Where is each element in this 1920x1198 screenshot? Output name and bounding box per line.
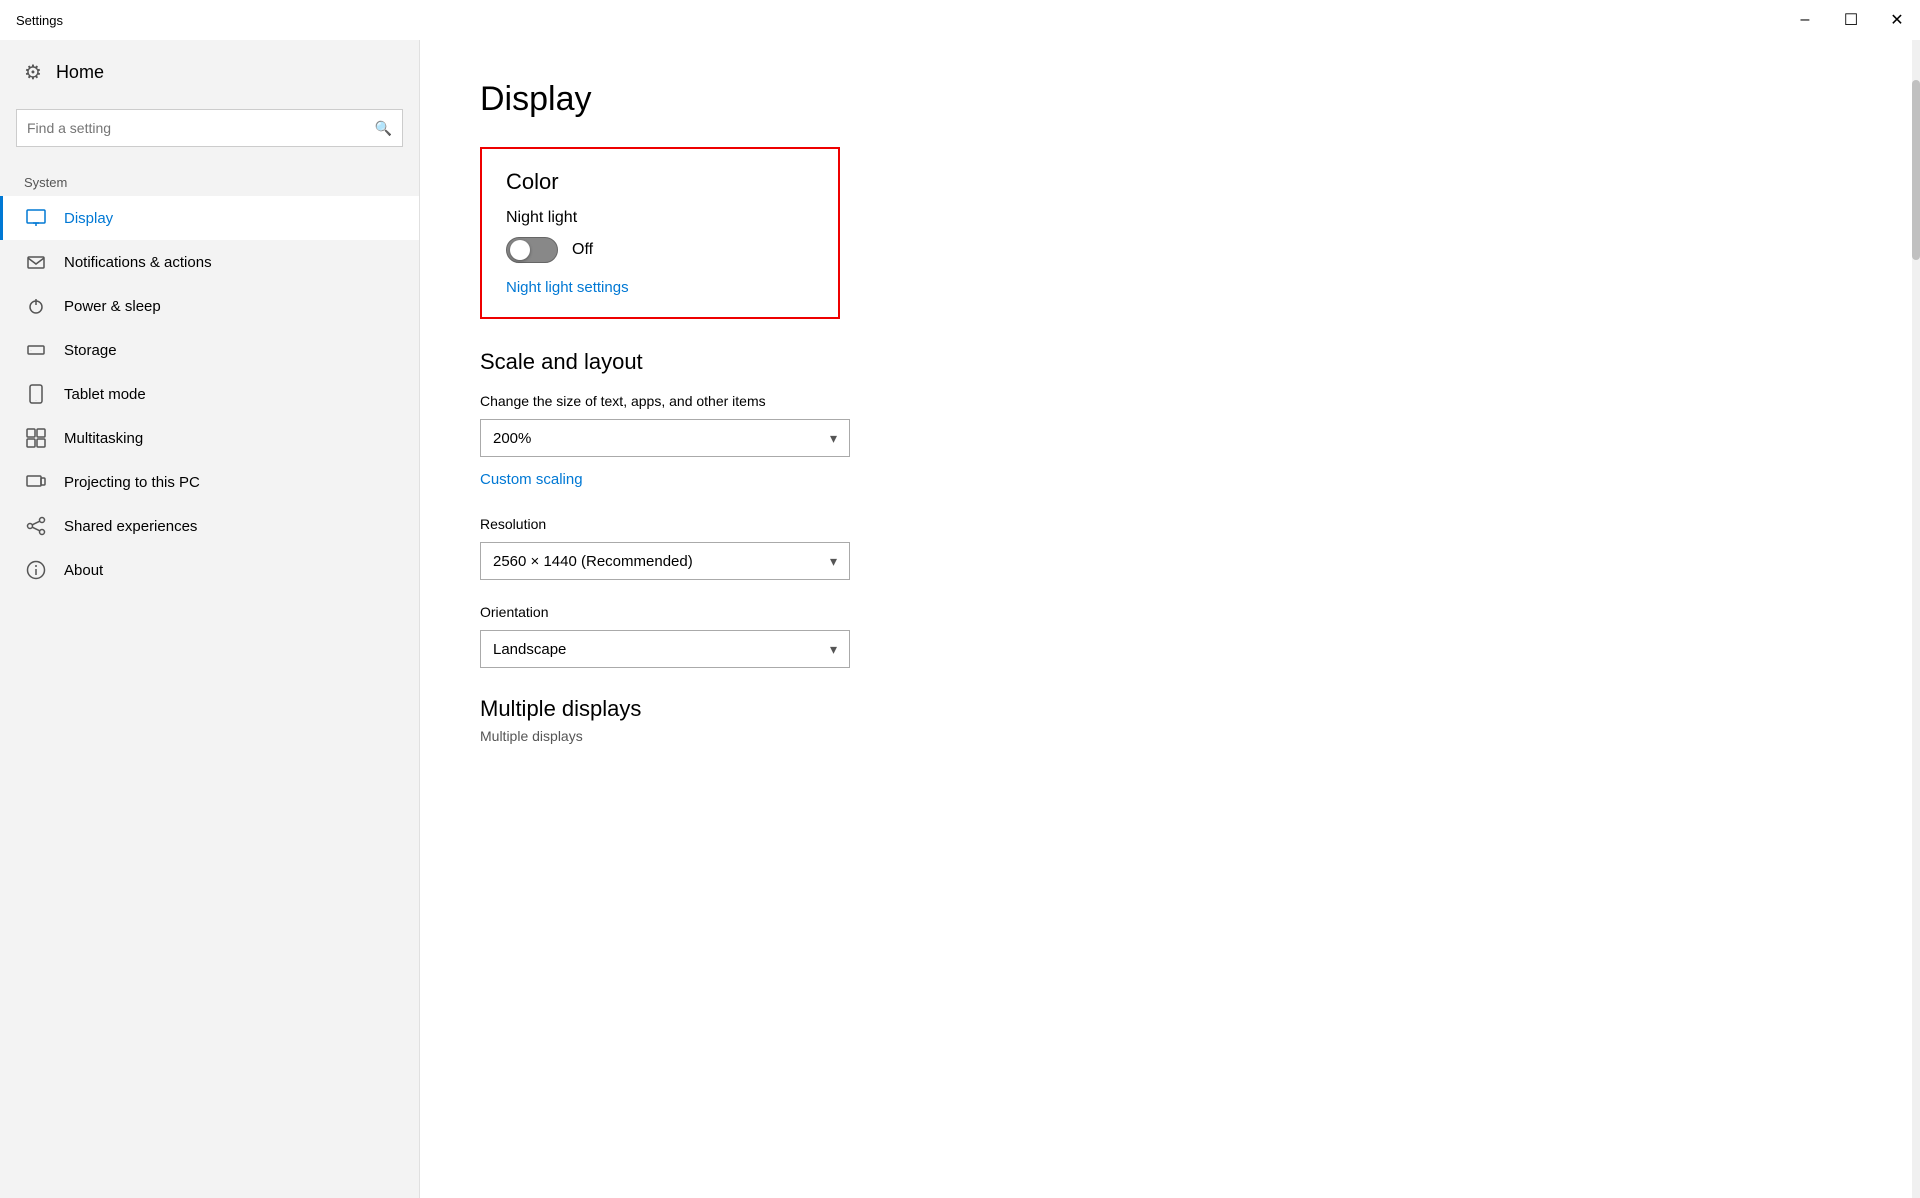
resolution-dropdown[interactable]: 2560 × 1440 (Recommended) ▾ — [480, 542, 850, 580]
sidebar-item-label-display: Display — [64, 210, 113, 227]
scale-layout-section: Change the size of text, apps, and other… — [480, 393, 1860, 668]
resolution-dropdown-arrow: ▾ — [830, 553, 837, 570]
projecting-icon — [24, 472, 48, 492]
sidebar-item-about[interactable]: About — [0, 548, 419, 592]
sidebar-nav: Display Notifications & actions — [0, 196, 419, 592]
window-title: Settings — [16, 13, 63, 28]
power-icon — [24, 296, 48, 316]
sidebar-item-storage[interactable]: Storage — [0, 328, 419, 372]
search-box: 🔍 — [16, 109, 403, 147]
sidebar-item-label-notifications: Notifications & actions — [64, 254, 212, 271]
search-input[interactable] — [27, 120, 375, 136]
home-icon: ⚙ — [24, 60, 42, 85]
orientation-dropdown[interactable]: Landscape ▾ — [480, 630, 850, 668]
orientation-dropdown-arrow: ▾ — [830, 641, 837, 658]
multiple-displays-heading: Multiple displays — [480, 696, 1860, 722]
titlebar: Settings – ☐ ✕ — [0, 0, 1920, 40]
maximize-button[interactable]: ☐ — [1828, 0, 1874, 40]
about-icon — [24, 560, 48, 580]
night-light-settings-link[interactable]: Night light settings — [506, 279, 629, 296]
sidebar-item-label-power: Power & sleep — [64, 298, 161, 315]
sidebar-item-tablet[interactable]: Tablet mode — [0, 372, 419, 416]
custom-scaling-link[interactable]: Custom scaling — [480, 471, 1860, 488]
color-heading: Color — [506, 169, 814, 195]
multiple-displays-sub: Multiple displays — [480, 728, 1860, 744]
sidebar-item-label-storage: Storage — [64, 342, 117, 359]
scale-dropdown-arrow: ▾ — [830, 430, 837, 447]
sidebar-item-label-about: About — [64, 562, 103, 579]
sidebar-item-multitasking[interactable]: Multitasking — [0, 416, 419, 460]
page-title: Display — [480, 80, 1860, 119]
orientation-label: Orientation — [480, 604, 1860, 620]
sidebar-item-display[interactable]: Display — [0, 196, 419, 240]
home-label: Home — [56, 62, 104, 83]
notifications-icon — [24, 252, 48, 272]
app-container: ⚙ Home 🔍 System Display — [0, 40, 1920, 1198]
sidebar: ⚙ Home 🔍 System Display — [0, 40, 420, 1198]
shared-icon — [24, 516, 48, 536]
storage-icon — [24, 340, 48, 360]
toggle-state-label: Off — [572, 241, 593, 259]
resolution-label: Resolution — [480, 516, 1860, 532]
change-size-label: Change the size of text, apps, and other… — [480, 393, 1860, 409]
toggle-knob — [510, 240, 530, 260]
window-controls: – ☐ ✕ — [1782, 0, 1920, 40]
sidebar-item-label-shared: Shared experiences — [64, 518, 197, 535]
sidebar-item-label-multitasking: Multitasking — [64, 430, 143, 447]
main-content: Display Color Night light Off Night ligh… — [420, 40, 1920, 1198]
sidebar-item-power[interactable]: Power & sleep — [0, 284, 419, 328]
home-nav-item[interactable]: ⚙ Home — [0, 40, 419, 105]
sidebar-item-label-tablet: Tablet mode — [64, 386, 146, 403]
night-light-label: Night light — [506, 209, 814, 227]
scrollbar-track[interactable] — [1912, 40, 1920, 1198]
display-icon — [24, 208, 48, 228]
night-light-toggle[interactable] — [506, 237, 558, 263]
sidebar-item-projecting[interactable]: Projecting to this PC — [0, 460, 419, 504]
night-light-toggle-row: Off — [506, 237, 814, 263]
scale-layout-heading: Scale and layout — [480, 349, 1860, 375]
tablet-icon — [24, 384, 48, 404]
sidebar-item-shared[interactable]: Shared experiences — [0, 504, 419, 548]
scale-dropdown-value: 200% — [493, 430, 531, 447]
scrollbar-thumb[interactable] — [1912, 80, 1920, 260]
resolution-dropdown-value: 2560 × 1440 (Recommended) — [493, 553, 693, 570]
sidebar-item-notifications[interactable]: Notifications & actions — [0, 240, 419, 284]
multitasking-icon — [24, 428, 48, 448]
orientation-dropdown-value: Landscape — [493, 641, 566, 658]
sidebar-item-label-projecting: Projecting to this PC — [64, 474, 200, 491]
sidebar-section-label: System — [0, 167, 419, 196]
minimize-button[interactable]: – — [1782, 0, 1828, 40]
close-button[interactable]: ✕ — [1874, 0, 1920, 40]
search-icon: 🔍 — [375, 120, 392, 137]
scale-dropdown[interactable]: 200% ▾ — [480, 419, 850, 457]
color-section: Color Night light Off Night light settin… — [480, 147, 840, 319]
